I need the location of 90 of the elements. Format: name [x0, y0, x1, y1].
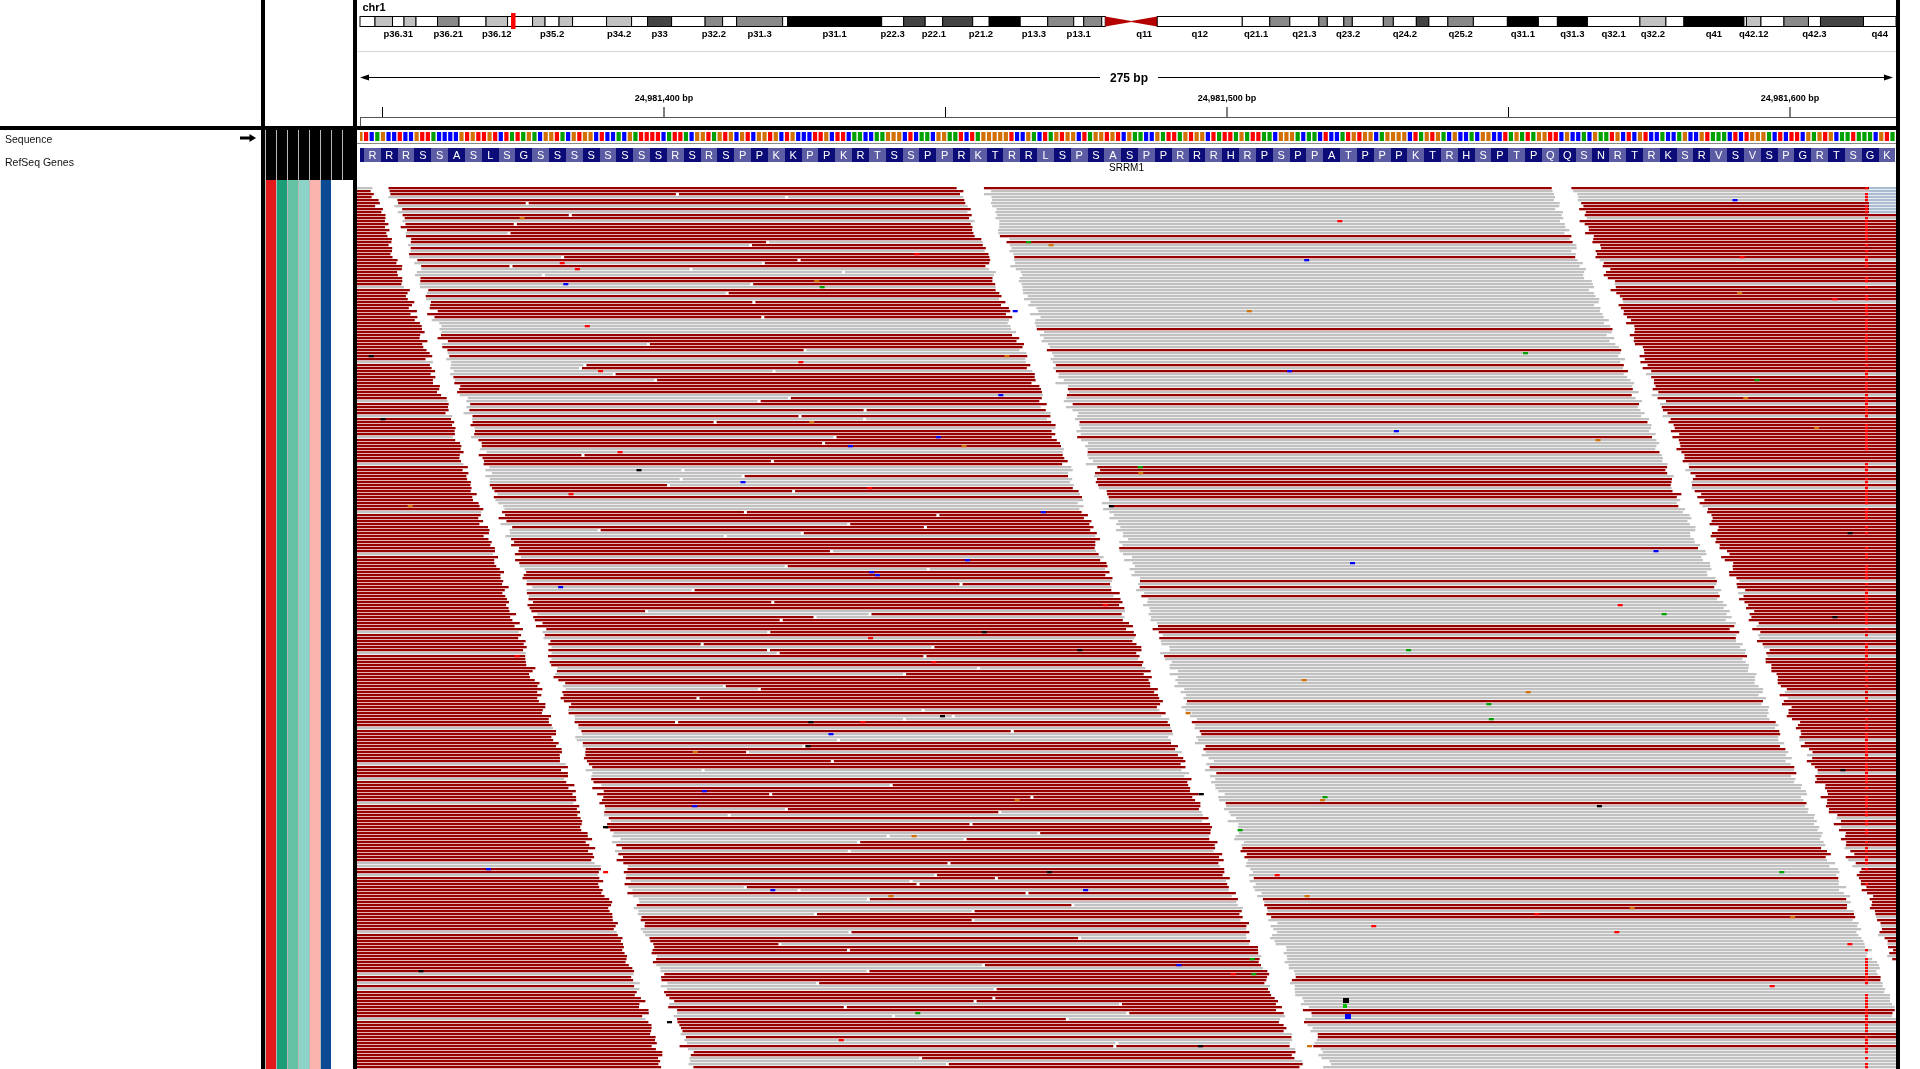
- amino-acid: P: [1491, 148, 1509, 162]
- amino-acid: R: [1003, 148, 1021, 162]
- chromosome-name: chr1: [362, 1, 386, 13]
- amino-acid: R: [1609, 148, 1627, 162]
- amino-acid: P: [1138, 148, 1155, 162]
- tick-mark: [1789, 107, 1791, 117]
- amino-acid: G: [1794, 148, 1812, 162]
- amino-acid: R: [1020, 148, 1038, 162]
- band-label: p36.31: [383, 28, 414, 39]
- amino-acid: P: [936, 148, 953, 162]
- tick-label: 24,981,500 bp: [1197, 93, 1257, 103]
- amino-acid: L: [1037, 148, 1054, 162]
- amino-acid: R: [852, 148, 869, 162]
- tick-mark: [1226, 107, 1228, 117]
- amino-acid: P: [1525, 148, 1542, 162]
- amino-acid: P: [919, 148, 937, 162]
- band-label: p22.1: [921, 28, 947, 39]
- tick-mark: [1508, 107, 1509, 117]
- band-label: q24.2: [1392, 28, 1417, 39]
- amino-acid: S: [414, 148, 432, 162]
- band-label: p21.2: [968, 28, 994, 39]
- amino-acid: S: [717, 148, 735, 162]
- band-label: q12: [1191, 28, 1208, 39]
- amino-acid: T: [1626, 148, 1643, 162]
- amino-acid: R: [364, 148, 381, 162]
- amino-acid: N: [1592, 148, 1610, 162]
- band-label: q31.1: [1510, 28, 1536, 39]
- right-arrow-icon[interactable]: [240, 134, 256, 142]
- band-label: p36.21: [433, 28, 464, 39]
- amino-acid: G: [515, 148, 533, 162]
- band-label: p31.1: [822, 28, 847, 39]
- amino-acid-partial: [360, 148, 364, 162]
- band-label: q44: [1871, 28, 1888, 39]
- tick-label: 24,981,400 bp: [634, 93, 694, 103]
- amino-acid: S: [549, 148, 566, 162]
- amino-acid: R: [1239, 148, 1256, 162]
- span-label: 275 bp: [1110, 71, 1148, 85]
- amino-acid: H: [1222, 148, 1240, 162]
- band-label: p31.3: [747, 28, 772, 39]
- band-label: q21.1: [1243, 28, 1269, 39]
- amino-acid: T: [1340, 148, 1357, 162]
- band-label: p36.12: [482, 28, 512, 39]
- amino-acid: T: [1508, 148, 1526, 162]
- amino-acid: A: [1323, 148, 1341, 162]
- amino-acid: V: [1710, 148, 1728, 162]
- amino-acid: R: [1811, 148, 1829, 162]
- amino-acid: S: [532, 148, 550, 162]
- band-label: p35.2: [539, 28, 565, 39]
- amino-acid: R: [1205, 148, 1223, 162]
- band-label: q21.3: [1292, 28, 1317, 39]
- amino-acid: P: [734, 148, 752, 162]
- tick-mark: [945, 107, 946, 117]
- amino-acid: S: [616, 148, 634, 162]
- band-label: p34.2: [606, 28, 632, 39]
- band-label: p22.3: [880, 28, 905, 39]
- amino-acid: P: [751, 148, 768, 162]
- amino-acid: K: [835, 148, 852, 162]
- band-label: p32.2: [701, 28, 726, 39]
- band-label: p13.1: [1066, 28, 1091, 39]
- amino-acid: R: [1441, 148, 1458, 162]
- amino-acid: A: [448, 148, 465, 162]
- band-label: q11: [1136, 28, 1153, 39]
- band-label: p33: [651, 28, 668, 39]
- track-name[interactable]: RefSeq Genes: [5, 156, 74, 168]
- amino-acid: K: [1407, 148, 1425, 162]
- track-name[interactable]: Sequence: [5, 133, 53, 145]
- band-label: p13.3: [1021, 28, 1047, 39]
- tick-label: 24,981,600 bp: [1760, 93, 1820, 103]
- tick-mark: [382, 107, 383, 117]
- band-label: q32.2: [1640, 28, 1666, 39]
- amino-acid: T: [1424, 148, 1441, 162]
- amino-acid: S: [633, 148, 651, 162]
- gene-name: SRRM1: [1108, 162, 1145, 173]
- amino-acid: P: [818, 148, 836, 162]
- band-label: q41: [1705, 28, 1723, 39]
- amino-acid: S: [1121, 148, 1139, 162]
- band-label: q23.2: [1335, 28, 1361, 39]
- amino-acid: R: [1693, 148, 1711, 162]
- amino-acid: S: [431, 148, 449, 162]
- band-label: q42.3: [1802, 28, 1827, 39]
- band-label: q31.3: [1560, 28, 1585, 39]
- amino-acid: P: [1306, 148, 1324, 162]
- amino-acid: S: [1727, 148, 1744, 162]
- amino-acid: T: [1828, 148, 1845, 162]
- band-label: q25.2: [1448, 28, 1473, 39]
- amino-acid: S: [650, 148, 667, 162]
- band-label: q42.12: [1738, 28, 1769, 39]
- tick-mark: [663, 107, 665, 117]
- amino-acid: A: [1104, 148, 1122, 162]
- band-label: q32.1: [1601, 28, 1626, 39]
